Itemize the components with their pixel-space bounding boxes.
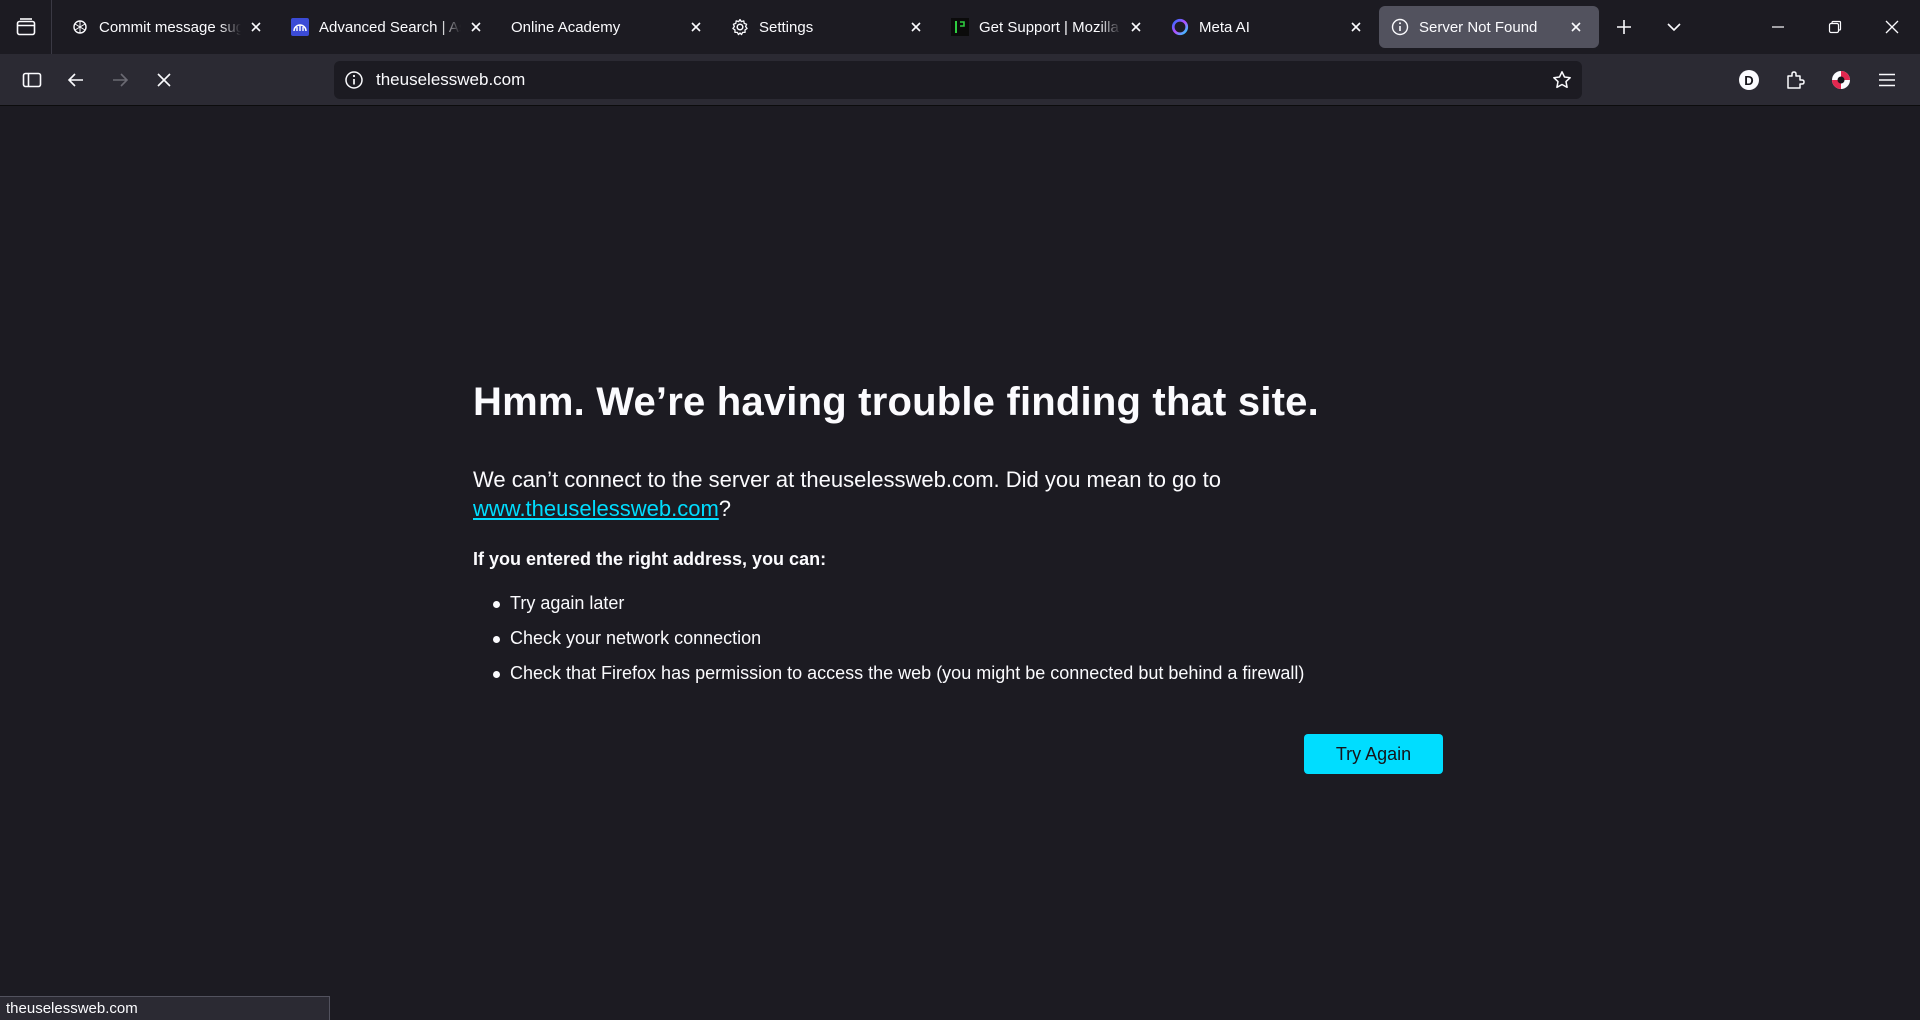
back-button[interactable] xyxy=(54,58,98,102)
new-tab-button[interactable] xyxy=(1599,6,1649,48)
gear-icon xyxy=(731,18,749,36)
info-icon xyxy=(1391,18,1409,36)
tab-title: Meta AI xyxy=(1199,18,1250,36)
puzzle-icon xyxy=(1787,71,1805,89)
error-description-text: We can’t connect to the server at theuse… xyxy=(473,467,1221,492)
tab-title: Get Support | Mozilla Support xyxy=(979,18,1121,36)
list-item: Try again later xyxy=(493,586,1443,621)
close-tab-icon[interactable] xyxy=(1565,16,1587,38)
plus-icon xyxy=(1617,20,1631,34)
mozilla-support-icon xyxy=(951,18,969,36)
error-description-suffix: ? xyxy=(718,496,732,521)
tab-title: Server Not Found xyxy=(1419,18,1538,36)
close-tab-icon[interactable] xyxy=(685,16,707,38)
window-controls xyxy=(1749,0,1920,54)
error-title: Hmm. We’re having trouble finding that s… xyxy=(473,380,1319,424)
tab-server-not-found[interactable]: Server Not Found xyxy=(1379,6,1599,48)
tab-title: Advanced Search | Assembly xyxy=(319,18,461,36)
error-container: Hmm. We’re having trouble finding that s… xyxy=(473,380,1443,691)
tab-online-academy[interactable]: Online Academy xyxy=(499,6,719,48)
address-bar[interactable]: theuselessweb.com xyxy=(334,61,1582,99)
close-window-button[interactable] xyxy=(1863,0,1920,54)
close-icon xyxy=(1885,20,1898,34)
restore-icon xyxy=(1828,20,1841,34)
account-button[interactable]: D xyxy=(1726,58,1772,102)
restore-button[interactable] xyxy=(1806,0,1863,54)
advanced-search-icon xyxy=(291,18,309,36)
list-item: Check that Firefox has permission to acc… xyxy=(493,656,1443,691)
close-tab-icon[interactable] xyxy=(1125,16,1147,38)
extensions-button[interactable] xyxy=(1772,58,1818,102)
stop-button[interactable] xyxy=(142,58,186,102)
chevron-down-icon xyxy=(1667,23,1681,32)
close-tab-icon[interactable] xyxy=(1345,16,1367,38)
list-item: Check your network connection xyxy=(493,621,1443,656)
url-text[interactable]: theuselessweb.com xyxy=(376,70,1552,90)
tab-title: Commit message suggestion xyxy=(99,18,241,36)
error-description: We can’t connect to the server at theuse… xyxy=(473,465,1443,523)
avatar: D xyxy=(1739,70,1759,90)
star-icon[interactable] xyxy=(1552,70,1572,90)
try-again-button[interactable]: Try Again xyxy=(1304,734,1443,774)
tab-advanced-search[interactable]: Advanced Search | Assembly xyxy=(279,6,499,48)
tab-title: Settings xyxy=(759,18,814,36)
tab-meta-ai[interactable]: Meta AI xyxy=(1159,6,1379,48)
meta-ai-icon xyxy=(1171,18,1189,36)
sidebar-icon xyxy=(22,72,42,87)
suggestions-heading: If you entered the right address, you ca… xyxy=(473,549,827,569)
arrow-right-icon xyxy=(113,72,129,87)
close-tab-icon[interactable] xyxy=(905,16,927,38)
app-menu-button[interactable] xyxy=(1864,58,1910,102)
openai-icon xyxy=(71,18,89,36)
info-icon[interactable] xyxy=(344,70,364,90)
close-tab-icon[interactable] xyxy=(245,16,267,38)
arrow-left-icon xyxy=(67,72,83,87)
minimize-button[interactable] xyxy=(1749,0,1806,54)
close-tab-icon[interactable] xyxy=(465,16,487,38)
list-all-tabs-button[interactable] xyxy=(1649,6,1699,48)
firefox-view-button[interactable] xyxy=(0,0,52,54)
right-toolbar: D xyxy=(1726,58,1910,102)
tab-settings[interactable]: Settings xyxy=(719,6,939,48)
forward-button[interactable] xyxy=(98,58,142,102)
minimize-icon xyxy=(1771,26,1784,28)
extension-button[interactable] xyxy=(1818,58,1864,102)
stop-icon xyxy=(157,72,171,87)
extension-icon xyxy=(1832,71,1850,89)
suggested-url-link[interactable]: www.theuselessweb.com xyxy=(473,496,719,521)
firefox-view-icon xyxy=(16,18,35,36)
sidebar-toggle-button[interactable] xyxy=(10,58,54,102)
tab-strip: Commit message suggestion Advanced Searc… xyxy=(0,0,1920,54)
tab-mozilla-support[interactable]: Get Support | Mozilla Support xyxy=(939,6,1159,48)
page-content: Hmm. We’re having trouble finding that s… xyxy=(0,106,1920,1020)
navigation-toolbar: theuselessweb.com D xyxy=(0,54,1920,106)
tab-list: Commit message suggestion Advanced Searc… xyxy=(52,0,1699,54)
tab-commit-message[interactable]: Commit message suggestion xyxy=(59,6,279,48)
hamburger-menu-icon xyxy=(1879,73,1895,87)
tab-title: Online Academy xyxy=(511,18,621,36)
suggestions-list: Try again later Check your network conne… xyxy=(493,586,1443,691)
status-bar: theuselessweb.com xyxy=(0,996,330,1020)
